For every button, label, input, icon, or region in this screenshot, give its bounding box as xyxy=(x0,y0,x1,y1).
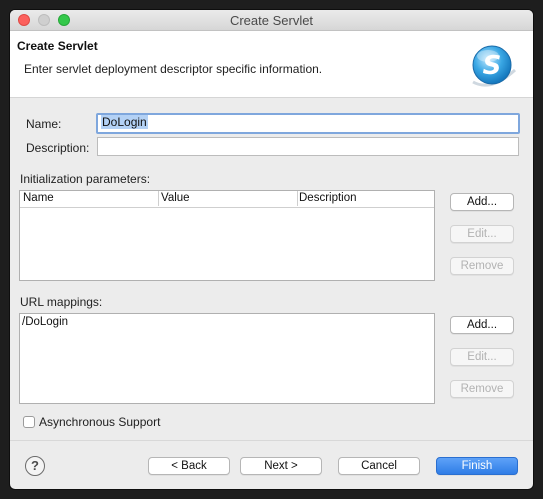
page-title: Create Servlet xyxy=(17,39,98,53)
page-description: Enter servlet deployment descriptor spec… xyxy=(24,62,323,76)
window-title: Create Servlet xyxy=(229,13,314,28)
url-mappings-add-button[interactable]: Add... xyxy=(450,316,514,334)
name-label: Name: xyxy=(26,117,62,131)
list-item[interactable]: /DoLogin xyxy=(22,316,68,328)
back-button[interactable]: < Back xyxy=(148,457,230,475)
init-params-table-header: Name Value Description xyxy=(20,191,434,208)
init-params-edit-button[interactable]: Edit... xyxy=(450,225,514,243)
column-header-description[interactable]: Description xyxy=(299,192,357,204)
cancel-button[interactable]: Cancel xyxy=(338,457,420,475)
finish-button[interactable]: Finish xyxy=(436,457,518,475)
column-divider xyxy=(297,191,298,206)
init-params-remove-button[interactable]: Remove xyxy=(450,257,514,275)
name-input[interactable]: DoLogin xyxy=(96,113,520,134)
column-divider xyxy=(158,191,159,206)
wizard-header: Create Servlet Enter servlet deployment … xyxy=(10,31,533,98)
column-header-value[interactable]: Value xyxy=(161,192,190,204)
url-mappings-list[interactable]: /DoLogin xyxy=(19,313,435,404)
help-icon[interactable]: ? xyxy=(25,456,45,476)
url-mappings-edit-button[interactable]: Edit... xyxy=(450,348,514,366)
init-params-label: Initialization parameters: xyxy=(20,172,151,186)
init-params-table[interactable]: Name Value Description xyxy=(19,190,435,281)
footer-divider xyxy=(10,440,533,441)
description-input[interactable] xyxy=(97,137,519,156)
url-mappings-label: URL mappings: xyxy=(20,295,103,309)
servlet-logo-icon: S xyxy=(472,45,517,87)
url-mappings-remove-button[interactable]: Remove xyxy=(450,380,514,398)
svg-text:S: S xyxy=(483,51,502,81)
name-input-value: DoLogin xyxy=(101,115,148,129)
async-support-checkbox[interactable] xyxy=(23,416,35,428)
init-params-add-button[interactable]: Add... xyxy=(450,193,514,211)
create-servlet-dialog: Create Servlet Create Servlet Enter serv… xyxy=(10,10,533,489)
async-support-label[interactable]: Asynchronous Support xyxy=(39,415,160,429)
description-label: Description: xyxy=(26,141,90,155)
column-header-name[interactable]: Name xyxy=(23,192,54,204)
title-bar[interactable]: Create Servlet xyxy=(10,10,533,31)
next-button[interactable]: Next > xyxy=(240,457,322,475)
